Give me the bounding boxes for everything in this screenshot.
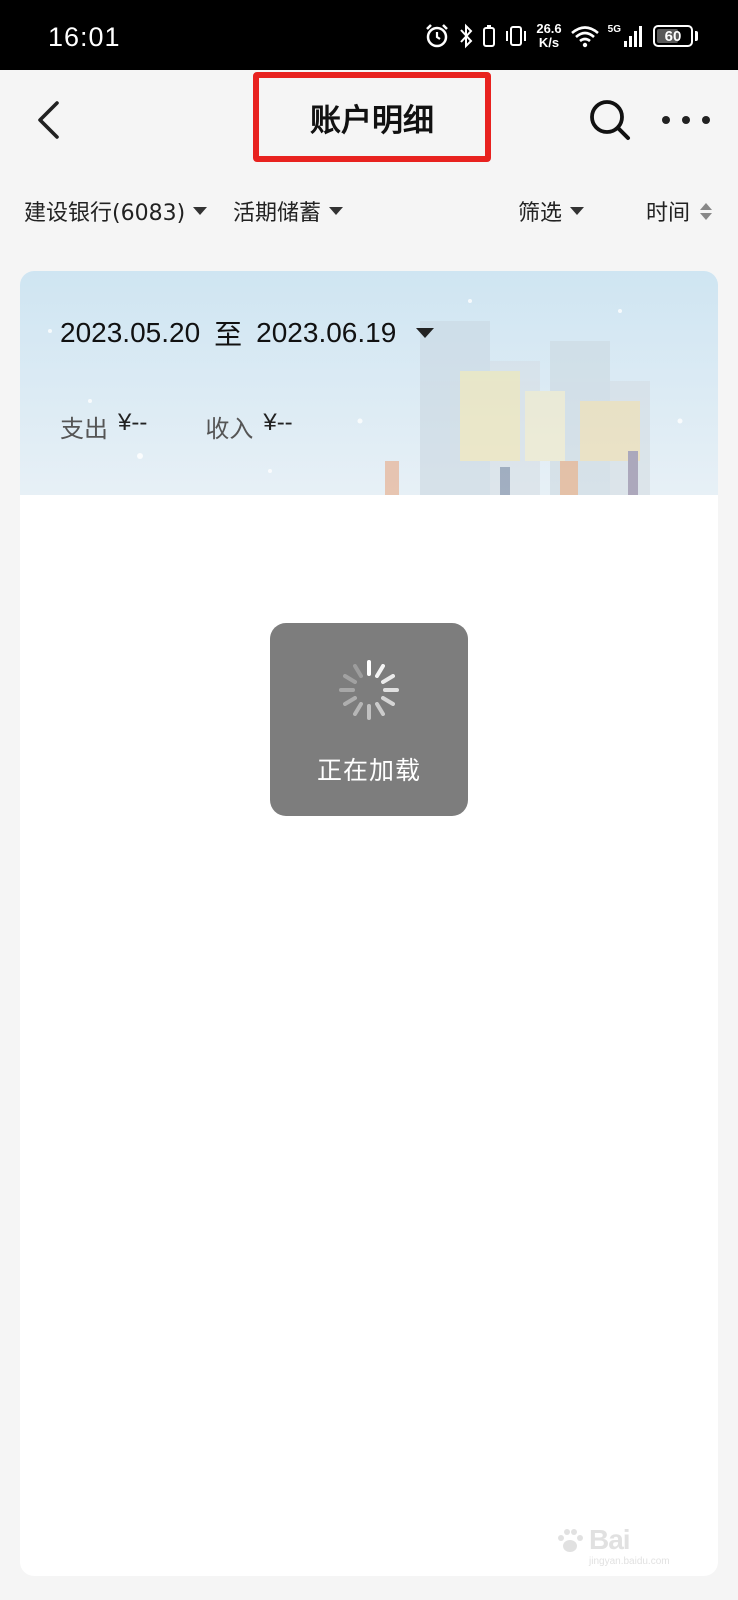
watermark-sub: jingyan.baidu.com xyxy=(589,1556,670,1567)
expense-value: ¥-- xyxy=(118,409,148,436)
net-speed-unit: K/s xyxy=(538,35,560,50)
expense-label: 支出 xyxy=(60,415,108,443)
income-label: 收入 xyxy=(205,415,254,443)
totals: 支出 ¥-- 收入 ¥-- xyxy=(60,409,293,444)
battery-small-icon xyxy=(483,25,496,47)
date-separator: 至 xyxy=(214,318,243,351)
more-dots-icon xyxy=(702,116,710,124)
caret-down-icon xyxy=(416,328,435,338)
bluetooth-icon xyxy=(460,23,473,49)
more-dots-icon xyxy=(662,116,670,124)
filter-label: 筛选 xyxy=(518,201,563,226)
transactions-card: 2023.05.20 至 2023.06.19 支出 ¥-- 收入 ¥-- xyxy=(20,271,718,1576)
loading-toast: 正在加载 xyxy=(270,623,468,816)
back-button[interactable] xyxy=(28,96,68,144)
summary-banner: 2023.05.20 至 2023.06.19 支出 ¥-- 收入 ¥-- xyxy=(20,271,718,495)
app-header: 账户明细 xyxy=(0,70,738,170)
sort-time-button[interactable]: 时间 xyxy=(646,195,713,227)
watermark-text: Bai xyxy=(589,1524,631,1555)
caret-down-icon xyxy=(329,207,344,215)
search-icon xyxy=(590,100,630,140)
page-title: 账户明细 xyxy=(310,102,434,139)
status-time: 16:01 xyxy=(48,22,121,52)
back-chevron-icon xyxy=(38,101,59,139)
income-value: ¥-- xyxy=(263,409,293,436)
loading-spinner-icon xyxy=(339,660,399,720)
filter-row: 建设银行(6083) 活期储蓄 筛选 时间 xyxy=(0,185,738,237)
signal-icon: 5G xyxy=(608,24,645,48)
battery-icon: 60 xyxy=(653,25,693,47)
more-dots-icon xyxy=(682,116,690,124)
wifi-icon xyxy=(570,26,599,48)
loading-text: 正在加载 xyxy=(316,756,421,785)
account-type-selector[interactable]: 活期储蓄 xyxy=(233,195,344,227)
network-type: 5G xyxy=(607,24,621,35)
battery-level: 60 xyxy=(664,27,682,45)
status-icons: 26.6 K/s 5G 60 xyxy=(424,20,698,52)
sort-icon xyxy=(700,202,713,220)
account-label: 建设银行(6083) xyxy=(24,201,186,226)
baidu-watermark: Bai jingyan.baidu.com xyxy=(555,1520,715,1570)
income-total: 收入 ¥-- xyxy=(205,409,292,444)
status-bar: 16:01 26.6 K/s 5G 60 xyxy=(0,0,738,70)
account-type-label: 活期储蓄 xyxy=(233,201,322,226)
filter-button[interactable]: 筛选 xyxy=(518,195,585,227)
date-range-selector[interactable]: 2023.05.20 至 2023.06.19 xyxy=(60,313,435,353)
net-speed-value: 26.6 xyxy=(536,21,562,36)
date-end: 2023.06.19 xyxy=(256,317,397,348)
battery-cap xyxy=(695,31,698,41)
more-button[interactable] xyxy=(662,102,710,138)
net-speed: 26.6 K/s xyxy=(536,22,561,50)
sort-label: 时间 xyxy=(646,201,691,226)
paw-logo-icon xyxy=(558,1529,583,1552)
account-selector[interactable]: 建设银行(6083) xyxy=(24,195,208,227)
expense-total: 支出 ¥-- xyxy=(60,409,147,444)
caret-down-icon xyxy=(193,207,208,215)
date-start: 2023.05.20 xyxy=(60,317,201,348)
caret-down-icon xyxy=(570,207,585,215)
alarm-icon xyxy=(426,24,449,48)
search-button[interactable] xyxy=(588,98,632,142)
vibrate-icon xyxy=(506,26,527,46)
winter-town-illustration xyxy=(48,299,683,495)
